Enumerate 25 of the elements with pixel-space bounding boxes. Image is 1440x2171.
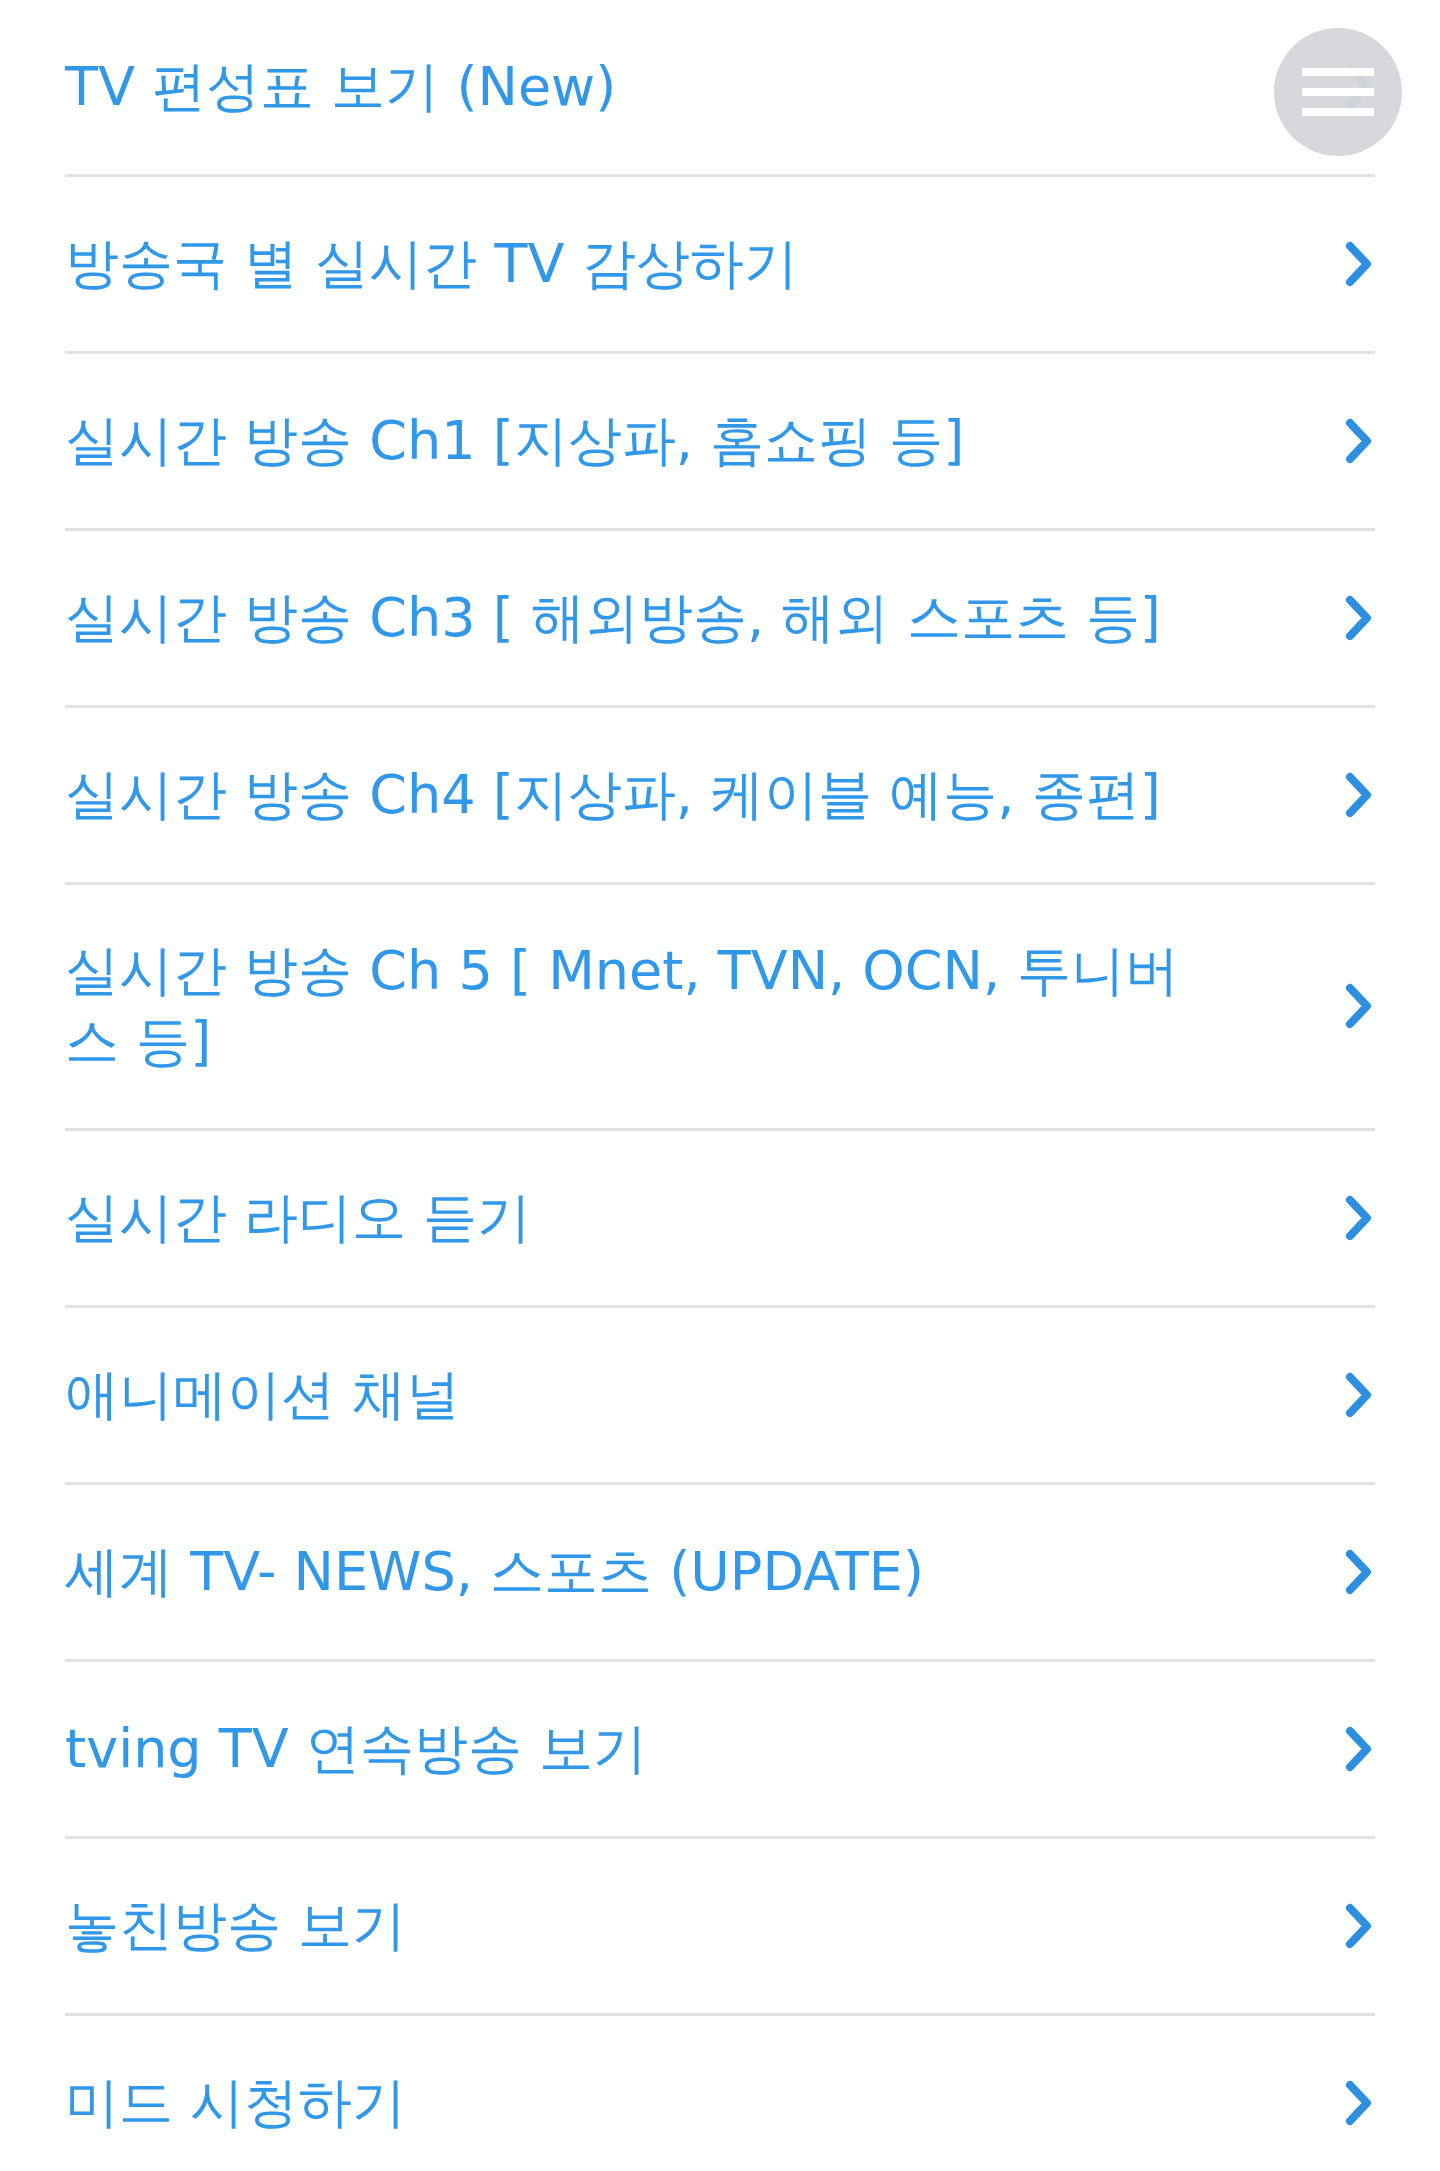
- menu-item-label: 세계 TV- NEWS, 스포츠 (UPDATE): [65, 1538, 925, 1605]
- menu-item[interactable]: 실시간 방송 Ch3 [ 해외방송, 해외 스포츠 등]: [65, 531, 1375, 705]
- menu-item[interactable]: 실시간 방송 Ch 5 [ Mnet, TVN, OCN, 투니버스 등]: [65, 885, 1375, 1128]
- menu-item-label: 미드 시청하기: [65, 2069, 408, 2136]
- menu-item-label: TV 편성표 보기 (New): [65, 54, 618, 121]
- menu-item[interactable]: 실시간 라디오 듣기: [65, 1130, 1375, 1305]
- menu-item[interactable]: tving TV 연속방송 보기: [65, 1661, 1375, 1836]
- menu-item-label: 실시간 방송 Ch3 [ 해외방송, 해외 스포츠 등]: [65, 585, 1162, 652]
- menu-item[interactable]: TV 편성표 보기 (New): [65, 0, 1375, 174]
- menu-item-label: 애니메이션 채널: [65, 1361, 462, 1428]
- menu-item-label: 실시간 방송 Ch1 [지상파, 홈쇼핑 등]: [65, 408, 966, 475]
- menu-item[interactable]: 방송국 별 실시간 TV 감상하기: [65, 177, 1375, 351]
- menu-icon: [1302, 68, 1374, 116]
- menu-item-label: 놓친방송 보기: [65, 1892, 408, 1959]
- menu-item[interactable]: 실시간 방송 Ch1 [지상파, 홈쇼핑 등]: [65, 354, 1375, 528]
- menu-item-label: 방송국 별 실시간 TV 감상하기: [65, 231, 799, 298]
- menu-item[interactable]: 실시간 방송 Ch4 [지상파, 케이블 예능, 종편]: [65, 708, 1375, 882]
- menu-item-label: 실시간 라디오 듣기: [65, 1184, 533, 1251]
- menu-item-label: 실시간 방송 Ch4 [지상파, 케이블 예능, 종편]: [65, 762, 1162, 829]
- menu-item[interactable]: 미드 시청하기: [65, 2015, 1375, 2171]
- menu-item[interactable]: 애니메이션 채널: [65, 1307, 1375, 1482]
- menu-item-label: 실시간 방송 Ch 5 [ Mnet, TVN, OCN, 투니버스 등]: [65, 938, 1181, 1076]
- menu-item[interactable]: 놓친방송 보기: [65, 1838, 1375, 2013]
- menu-item-label: tving TV 연속방송 보기: [65, 1715, 649, 1782]
- menu-item[interactable]: 세계 TV- NEWS, 스포츠 (UPDATE): [65, 1484, 1375, 1659]
